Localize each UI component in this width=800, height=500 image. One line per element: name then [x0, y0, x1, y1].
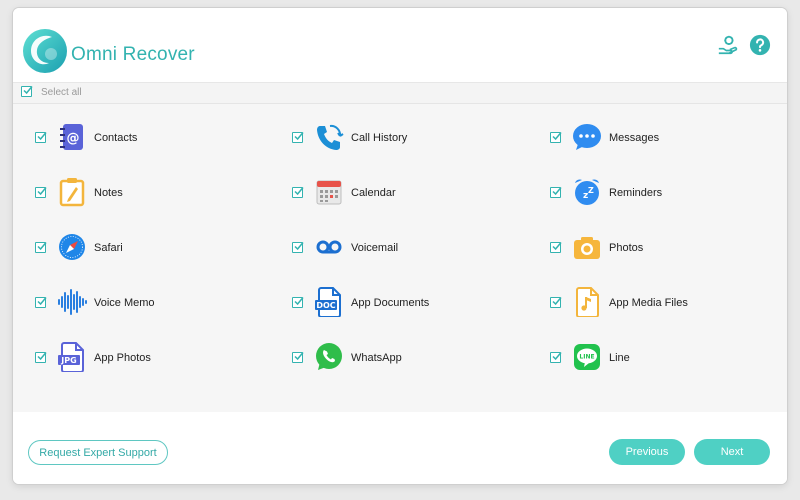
- footer: Request Expert Support Previous Next: [13, 412, 787, 484]
- line-icon: LINE: [574, 344, 600, 370]
- item-call-history[interactable]: Call History: [292, 120, 532, 156]
- item-label: App Photos: [94, 352, 151, 364]
- app-documents-icon: DOC: [315, 287, 341, 317]
- reminders-icon: z Z: [575, 179, 599, 205]
- next-button[interactable]: Next: [694, 439, 770, 465]
- item-safari[interactable]: Safari: [35, 230, 275, 266]
- safari-icon: [59, 234, 85, 260]
- item-checkbox[interactable]: [35, 352, 47, 363]
- item-checkbox[interactable]: [550, 297, 562, 308]
- item-label: Contacts: [94, 132, 138, 144]
- item-reminders[interactable]: z Z Reminders: [550, 175, 787, 211]
- app-title: Omni Recover: [71, 44, 195, 65]
- app-photos-icon: JPG: [58, 342, 84, 372]
- app-media-files-icon: [576, 287, 599, 317]
- select-all-row[interactable]: Select all: [13, 83, 787, 104]
- select-all-label: Select all: [41, 87, 82, 98]
- item-checkbox[interactable]: [550, 187, 562, 198]
- item-label: Call History: [351, 132, 408, 144]
- item-checkbox[interactable]: [35, 297, 47, 308]
- item-checkbox[interactable]: [550, 242, 562, 253]
- item-checkbox[interactable]: [35, 132, 47, 143]
- request-expert-support-button[interactable]: Request Expert Support: [28, 440, 168, 465]
- svg-text:JPG: JPG: [60, 356, 76, 365]
- support-icon[interactable]: [717, 34, 739, 56]
- item-label: Reminders: [609, 187, 663, 199]
- voice-memo-icon: [58, 289, 87, 315]
- svg-text:LINE: LINE: [579, 354, 594, 361]
- item-label: WhatsApp: [351, 352, 402, 364]
- item-checkbox[interactable]: [292, 297, 304, 308]
- item-app-photos[interactable]: JPG App Photos: [35, 340, 275, 376]
- item-app-documents[interactable]: DOC App Documents: [292, 285, 532, 321]
- item-label: Calendar: [351, 187, 396, 199]
- data-type-grid: @ Contacts Call History Messages Notes C…: [13, 104, 787, 412]
- notes-icon: [59, 178, 85, 207]
- help-icon[interactable]: [749, 34, 771, 56]
- item-line[interactable]: LINE Line: [550, 340, 787, 376]
- item-checkbox[interactable]: [35, 187, 47, 198]
- calendar-icon: [316, 180, 342, 205]
- item-checkbox[interactable]: [550, 132, 562, 143]
- app-window: Omni Recover Select all @ Contacts Call …: [13, 8, 787, 484]
- item-checkbox[interactable]: [292, 132, 304, 143]
- call-history-icon: [317, 124, 344, 150]
- item-calendar[interactable]: Calendar: [292, 175, 532, 211]
- item-label: Line: [609, 352, 630, 364]
- app-header: Omni Recover: [13, 8, 787, 83]
- omni-recover-logo-icon: [23, 29, 67, 73]
- item-whatsapp[interactable]: WhatsApp: [292, 340, 532, 376]
- item-label: Photos: [609, 242, 644, 254]
- item-label: App Documents: [351, 297, 430, 309]
- select-all-checkbox[interactable]: [21, 86, 33, 97]
- item-label: Safari: [94, 242, 123, 254]
- item-notes[interactable]: Notes: [35, 175, 275, 211]
- item-label: App Media Files: [609, 297, 688, 309]
- item-contacts[interactable]: @ Contacts: [35, 120, 275, 156]
- item-label: Notes: [94, 187, 123, 199]
- item-checkbox[interactable]: [292, 352, 304, 363]
- contacts-icon: @: [60, 124, 83, 150]
- item-checkbox[interactable]: [550, 352, 562, 363]
- item-voice-memo[interactable]: Voice Memo: [35, 285, 275, 321]
- item-photos[interactable]: Photos: [550, 230, 787, 266]
- messages-icon: [573, 124, 601, 150]
- item-app-media-files[interactable]: App Media Files: [550, 285, 787, 321]
- item-checkbox[interactable]: [35, 242, 47, 253]
- svg-text:Z: Z: [588, 186, 594, 195]
- voicemail-icon: [316, 240, 342, 254]
- previous-button[interactable]: Previous: [609, 439, 685, 465]
- item-checkbox[interactable]: [292, 187, 304, 198]
- item-voicemail[interactable]: Voicemail: [292, 230, 532, 266]
- item-label: Messages: [609, 132, 660, 144]
- svg-text:DOC: DOC: [316, 301, 335, 310]
- svg-text:@: @: [67, 131, 80, 146]
- whatsapp-icon: [316, 343, 342, 370]
- item-messages[interactable]: Messages: [550, 120, 787, 156]
- item-label: Voicemail: [351, 242, 399, 254]
- item-checkbox[interactable]: [292, 242, 304, 253]
- item-label: Voice Memo: [94, 297, 155, 309]
- photos-icon: [574, 237, 600, 259]
